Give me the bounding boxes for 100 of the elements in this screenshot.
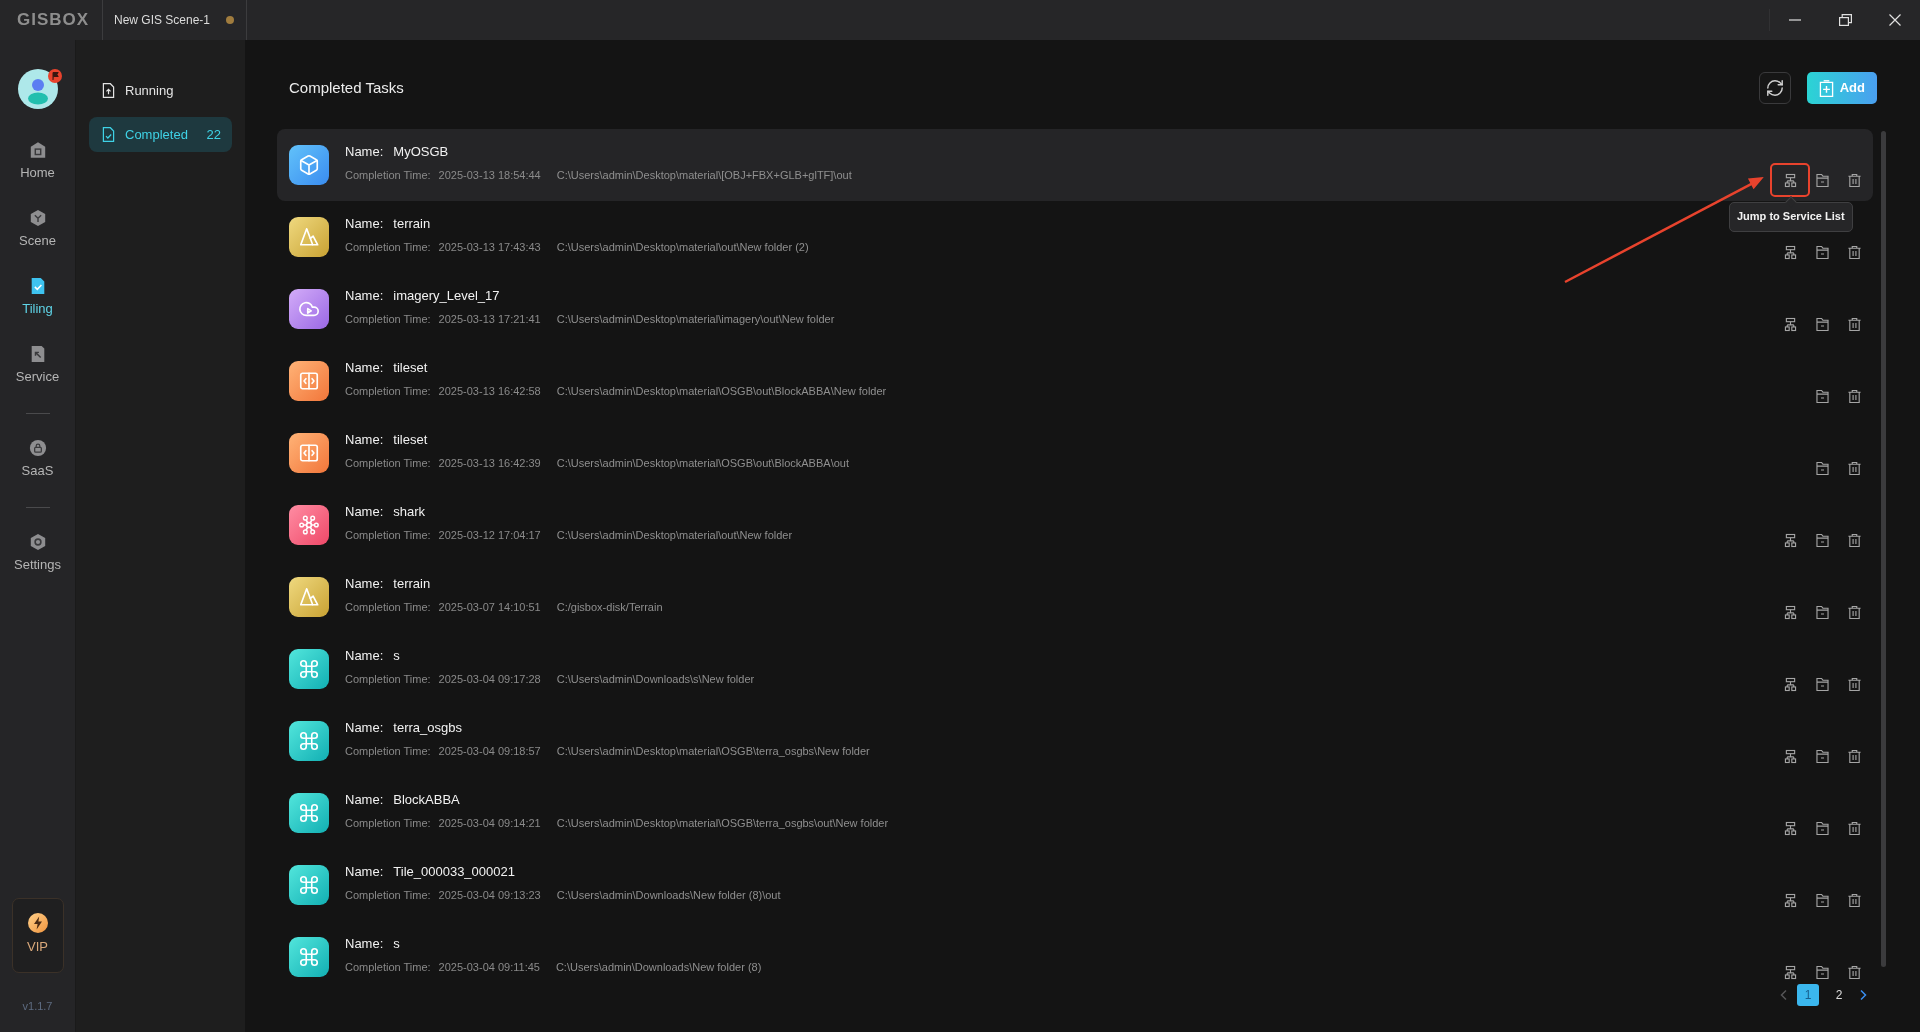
name-label: Name: xyxy=(345,936,384,951)
task-name: s xyxy=(393,936,400,951)
archive-icon[interactable] xyxy=(1814,964,1830,980)
time-label: Completion Time: xyxy=(345,601,431,613)
archive-icon[interactable] xyxy=(1814,892,1830,908)
time-label: Completion Time: xyxy=(345,313,431,325)
task-count: 22 xyxy=(206,125,221,144)
hierarchy-icon[interactable] xyxy=(1782,676,1798,692)
archive-icon[interactable] xyxy=(1814,460,1830,476)
trash-icon[interactable] xyxy=(1846,892,1862,908)
hierarchy-icon[interactable] xyxy=(1782,964,1798,980)
hierarchy-icon[interactable] xyxy=(1782,820,1798,836)
output-path: C:\Users\admin\Desktop\material\OSGB\terra_osgbs\out\New folder xyxy=(556,817,889,829)
nav-item[interactable]: Settings xyxy=(0,521,76,589)
output-path: C:/gisbox-disk/Terrain xyxy=(556,601,663,613)
document-upload-icon xyxy=(102,83,115,98)
time-label: Completion Time: xyxy=(345,385,431,397)
cloud-play-icon xyxy=(289,289,329,329)
mountain-icon xyxy=(289,577,329,617)
task-row[interactable]: Name: MyOSGB Completion Time: 2025-03-13 18:54:44 C:\Users\admin\Desktop\material\[OBJ+FBX+GLB+glTF]\out xyxy=(277,129,1873,201)
subnav-item[interactable]: Running xyxy=(89,73,232,108)
split-panel-icon xyxy=(289,361,329,401)
task-name: Tile_000033_000021 xyxy=(393,864,515,879)
page-title: Completed Tasks xyxy=(289,77,404,98)
time-label: Completion Time: xyxy=(345,241,431,253)
trash-icon[interactable] xyxy=(1846,388,1862,404)
completion-time: 2025-03-12 17:04:17 xyxy=(438,529,541,541)
task-name: MyOSGB xyxy=(393,144,449,159)
version-label: v1.1.7 xyxy=(22,998,53,1014)
command-icon xyxy=(289,721,329,761)
molecule-icon xyxy=(289,505,329,545)
document-check-icon xyxy=(102,127,115,142)
nav-item[interactable]: Service xyxy=(0,333,76,401)
archive-icon[interactable] xyxy=(1814,316,1830,332)
trash-icon[interactable] xyxy=(1846,604,1862,620)
archive-icon[interactable] xyxy=(1814,172,1830,188)
trash-icon[interactable] xyxy=(1846,460,1862,476)
archive-icon[interactable] xyxy=(1814,604,1830,620)
trash-icon[interactable] xyxy=(1846,964,1862,980)
restore-icon[interactable] xyxy=(1838,14,1852,26)
trash-icon[interactable] xyxy=(1846,532,1862,548)
time-label: Completion Time: xyxy=(345,673,431,685)
page-button[interactable]: 2 xyxy=(1828,984,1850,1006)
output-path: C:\Users\admin\Desktop\material\[OBJ+FBX+GLB+glTF]\out xyxy=(556,169,852,181)
trash-icon[interactable] xyxy=(1846,820,1862,836)
split-panel-icon xyxy=(289,433,329,473)
subnav-item[interactable]: Completed 22 xyxy=(89,117,232,152)
mountain-icon xyxy=(289,217,329,257)
hierarchy-icon[interactable] xyxy=(1782,172,1798,188)
trash-icon[interactable] xyxy=(1846,748,1862,764)
output-path: C:\Users\admin\Desktop\material\imagery\out\New folder xyxy=(556,313,835,325)
archive-icon[interactable] xyxy=(1814,388,1830,404)
trash-icon[interactable] xyxy=(1846,316,1862,332)
chevron-right-icon[interactable] xyxy=(1859,989,1868,1001)
hierarchy-icon[interactable] xyxy=(1782,532,1798,548)
hierarchy-icon[interactable] xyxy=(1782,244,1798,260)
cube-icon xyxy=(289,145,329,185)
nav-item[interactable]: Home xyxy=(0,129,76,197)
avatar-icon[interactable] xyxy=(17,69,58,109)
time-label: Completion Time: xyxy=(345,889,431,901)
task-name: shark xyxy=(393,504,426,519)
archive-icon[interactable] xyxy=(1814,820,1830,836)
trash-icon[interactable] xyxy=(1846,244,1862,260)
archive-icon[interactable] xyxy=(1814,532,1830,548)
name-label: Name: xyxy=(345,864,384,879)
refresh-icon xyxy=(1766,80,1783,96)
nav-item[interactable]: Scene xyxy=(0,197,76,265)
name-label: Name: xyxy=(345,288,384,303)
time-label: Completion Time: xyxy=(345,961,431,973)
time-label: Completion Time: xyxy=(345,529,431,541)
completion-time: 2025-03-13 18:54:44 xyxy=(438,169,541,181)
vip-button[interactable]: VIP xyxy=(11,897,64,973)
hierarchy-icon[interactable] xyxy=(1782,604,1798,620)
trash-icon[interactable] xyxy=(1846,172,1862,188)
task-name: BlockABBA xyxy=(393,792,460,807)
command-icon xyxy=(289,793,329,833)
output-path: C:\Users\admin\Desktop\material\out\New folder (2) xyxy=(556,241,809,253)
refresh-button[interactable] xyxy=(1758,72,1791,104)
output-path: C:\Users\admin\Desktop\material\out\New folder xyxy=(556,529,793,541)
name-label: Name: xyxy=(345,360,384,375)
archive-icon[interactable] xyxy=(1814,244,1830,260)
trash-icon[interactable] xyxy=(1846,676,1862,692)
scrollbar-thumb[interactable] xyxy=(1881,131,1886,967)
hierarchy-icon[interactable] xyxy=(1782,748,1798,764)
nav-item[interactable]: SaaS xyxy=(0,427,76,495)
archive-icon[interactable] xyxy=(1814,748,1830,764)
hierarchy-icon[interactable] xyxy=(1782,316,1798,332)
name-label: Name: xyxy=(345,144,384,159)
hierarchy-icon[interactable] xyxy=(1782,892,1798,908)
task-name: tileset xyxy=(393,360,428,375)
nav-item[interactable]: Tiling xyxy=(0,265,76,333)
completion-time: 2025-03-04 09:18:57 xyxy=(438,745,541,757)
close-icon[interactable] xyxy=(1889,14,1901,26)
name-label: Name: xyxy=(345,432,384,447)
time-label: Completion Time: xyxy=(345,169,431,181)
archive-icon[interactable] xyxy=(1814,676,1830,692)
completion-time: 2025-03-04 09:17:28 xyxy=(438,673,541,685)
house-icon xyxy=(28,141,47,159)
task-name: terra_osgbs xyxy=(393,720,462,735)
output-path: C:\Users\admin\Downloads\New folder (8)\out xyxy=(556,889,781,901)
